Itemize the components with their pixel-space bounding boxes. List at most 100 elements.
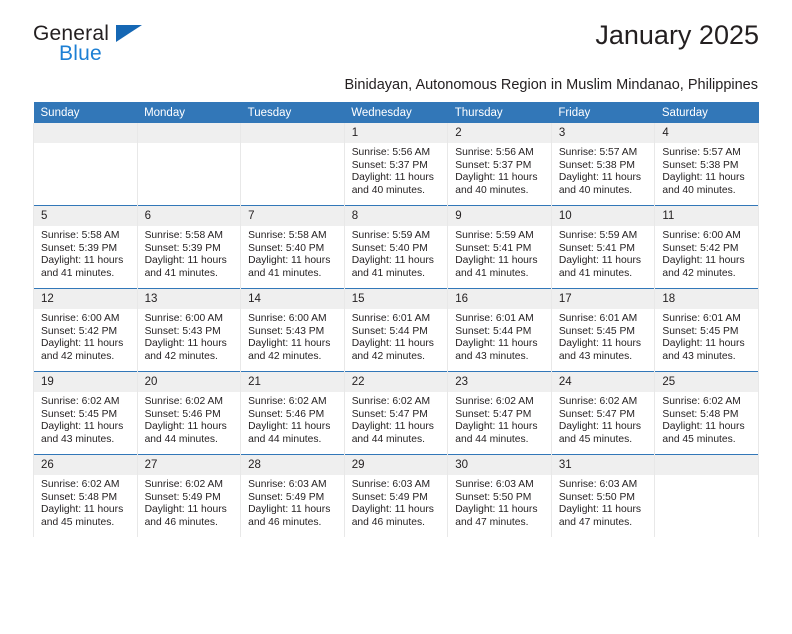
day-details: Sunrise: 6:03 AM Sunset: 5:49 PM Daylight:…: [241, 475, 344, 529]
day-details: Sunrise: 6:03 AM Sunset: 5:49 PM Daylight:…: [345, 475, 448, 529]
day-number: 2: [448, 123, 551, 143]
calendar-day-cell[interactable]: 12 Sunrise: 6:00 AM Sunset: 5:42 PM Dayligh…: [33, 288, 138, 372]
daylight-text-line1: Daylight: 11 hours: [351, 504, 434, 516]
sunrise-text: Sunrise: 6:02 AM: [41, 479, 120, 490]
calendar-day-cell[interactable]: 5 Sunrise: 5:58 AM Sunset: 5:39 PM Daylight…: [33, 205, 138, 289]
day-cell-inner: 31 Sunrise: 6:03 AM Sunset: 5:50 PM Dayligh…: [551, 455, 655, 537]
daylight-text-line2: and 47 minutes.: [455, 516, 529, 528]
sunset-text: Sunset: 5:38 PM: [558, 159, 635, 171]
day-cell-inner: 8 Sunrise: 5:59 AM Sunset: 5:40 PM Daylight…: [344, 206, 448, 288]
calendar-day-cell[interactable]: 25 Sunrise: 6:02 AM Sunset: 5:48 PM Dayligh…: [654, 371, 759, 455]
sunset-text: Sunset: 5:37 PM: [351, 159, 428, 171]
daylight-text-line1: Daylight: 11 hours: [351, 421, 434, 433]
day-number: 7: [241, 206, 344, 226]
calendar-day-cell[interactable]: 2 Sunrise: 5:56 AM Sunset: 5:37 PM Daylight…: [447, 123, 552, 206]
sunrise-text: Sunrise: 6:00 AM: [248, 313, 327, 324]
calendar-day-cell[interactable]: 23 Sunrise: 6:02 AM Sunset: 5:47 PM Dayligh…: [447, 371, 552, 455]
sunrise-text: Sunrise: 6:00 AM: [662, 230, 741, 241]
generalblue-logo[interactable]: General Blue: [33, 22, 243, 70]
day-cell-inner: [137, 123, 241, 205]
daylight-text-line2: and 41 minutes.: [558, 267, 633, 279]
calendar-week-row: 12 Sunrise: 6:00 AM Sunset: 5:42 PM Dayligh…: [33, 288, 759, 372]
sunset-text: Sunset: 5:49 PM: [248, 491, 325, 503]
calendar-day-cell[interactable]: 31 Sunrise: 6:03 AM Sunset: 5:50 PM Dayligh…: [550, 454, 656, 537]
daylight-text-line1: Daylight: 11 hours: [558, 338, 642, 350]
sunset-text: Sunset: 5:49 PM: [144, 491, 221, 503]
day-number: 27: [137, 455, 241, 475]
calendar-cell-empty: [33, 123, 138, 206]
sunrise-text: Sunrise: 6:03 AM: [455, 479, 534, 490]
calendar-day-cell[interactable]: 6 Sunrise: 5:58 AM Sunset: 5:39 PM Daylight…: [136, 205, 242, 289]
day-cell-inner: 16 Sunrise: 6:01 AM Sunset: 5:44 PM Dayligh…: [448, 289, 551, 371]
calendar-day-cell[interactable]: 29 Sunrise: 6:03 AM Sunset: 5:49 PM Dayligh…: [343, 454, 449, 537]
daylight-text-line1: Daylight: 11 hours: [351, 255, 434, 267]
day-cell-inner: 27 Sunrise: 6:02 AM Sunset: 5:49 PM Dayligh…: [137, 455, 241, 537]
sunrise-text: Sunrise: 5:59 AM: [455, 230, 534, 241]
daylight-text-line1: Daylight: 11 hours: [351, 338, 434, 350]
daylight-text-line1: Daylight: 11 hours: [455, 421, 538, 433]
daylight-text-line1: Daylight: 11 hours: [455, 172, 538, 184]
calendar-day-cell[interactable]: 3 Sunrise: 5:57 AM Sunset: 5:38 PM Daylight…: [550, 123, 656, 206]
day-details: Sunrise: 6:02 AM Sunset: 5:47 PM Daylight:…: [345, 392, 448, 446]
daylight-text-line1: Daylight: 11 hours: [144, 504, 227, 516]
sunrise-text: Sunrise: 5:59 AM: [558, 230, 638, 241]
calendar-day-cell[interactable]: 1 Sunrise: 5:56 AM Sunset: 5:37 PM Daylight…: [343, 123, 449, 206]
calendar-week-row: 5 Sunrise: 5:58 AM Sunset: 5:39 PM Daylight…: [33, 205, 759, 289]
day-number: 9: [448, 206, 551, 226]
day-details: Sunrise: 6:02 AM Sunset: 5:48 PM Daylight:…: [655, 392, 758, 446]
calendar-page: General Blue January 2025 Binidayan, Aut…: [0, 20, 792, 634]
weekday-header-saturday: Saturday: [654, 102, 759, 123]
daylight-text-line2: and 41 minutes.: [41, 267, 115, 279]
calendar-day-cell[interactable]: 24 Sunrise: 6:02 AM Sunset: 5:47 PM Dayligh…: [550, 371, 656, 455]
day-details: Sunrise: 6:00 AM Sunset: 5:43 PM Daylight:…: [241, 309, 344, 363]
calendar-day-cell[interactable]: 8 Sunrise: 5:59 AM Sunset: 5:40 PM Daylight…: [343, 205, 449, 289]
sunrise-text: Sunrise: 5:57 AM: [558, 147, 638, 158]
day-number: 12: [34, 289, 137, 309]
calendar-cell-empty: [136, 123, 242, 206]
calendar-day-cell[interactable]: 10 Sunrise: 5:59 AM Sunset: 5:41 PM Dayligh…: [550, 205, 656, 289]
calendar-day-cell[interactable]: 9 Sunrise: 5:59 AM Sunset: 5:41 PM Daylight…: [447, 205, 552, 289]
sunrise-text: Sunrise: 5:56 AM: [455, 147, 534, 158]
day-cell-inner: 9 Sunrise: 5:59 AM Sunset: 5:41 PM Daylight…: [448, 206, 551, 288]
sunset-text: Sunset: 5:39 PM: [41, 242, 118, 254]
day-details: Sunrise: 6:02 AM Sunset: 5:48 PM Daylight:…: [34, 475, 137, 529]
calendar-day-cell[interactable]: 14 Sunrise: 6:00 AM Sunset: 5:43 PM Dayligh…: [240, 288, 345, 372]
sunset-text: Sunset: 5:47 PM: [455, 408, 532, 420]
calendar-day-cell[interactable]: 27 Sunrise: 6:02 AM Sunset: 5:49 PM Dayligh…: [136, 454, 242, 537]
day-number: 22: [344, 372, 448, 392]
calendar-day-cell[interactable]: 15 Sunrise: 6:01 AM Sunset: 5:44 PM Dayligh…: [343, 288, 449, 372]
day-number: 28: [241, 455, 344, 475]
daylight-text-line2: and 45 minutes.: [662, 433, 736, 445]
calendar-day-cell[interactable]: 20 Sunrise: 6:02 AM Sunset: 5:46 PM Dayligh…: [136, 371, 242, 455]
day-cell-inner: 7 Sunrise: 5:58 AM Sunset: 5:40 PM Daylight…: [241, 206, 344, 288]
day-number: [137, 123, 241, 143]
calendar-day-cell[interactable]: 28 Sunrise: 6:03 AM Sunset: 5:49 PM Dayligh…: [240, 454, 345, 537]
day-cell-inner: 17 Sunrise: 6:01 AM Sunset: 5:45 PM Dayligh…: [551, 289, 655, 371]
sunset-text: Sunset: 5:48 PM: [41, 491, 118, 503]
day-number: 19: [34, 372, 137, 392]
day-number: 3: [551, 123, 655, 143]
calendar-day-cell[interactable]: 13 Sunrise: 6:00 AM Sunset: 5:43 PM Dayligh…: [136, 288, 242, 372]
calendar-day-cell[interactable]: 26 Sunrise: 6:02 AM Sunset: 5:48 PM Dayligh…: [33, 454, 138, 537]
calendar-day-cell[interactable]: 18 Sunrise: 6:01 AM Sunset: 5:45 PM Dayligh…: [654, 288, 759, 372]
day-details: Sunrise: 5:57 AM Sunset: 5:38 PM Daylight:…: [655, 143, 758, 197]
logo-text-blue: Blue: [59, 42, 102, 65]
calendar-day-cell[interactable]: 30 Sunrise: 6:03 AM Sunset: 5:50 PM Dayligh…: [447, 454, 552, 537]
sunset-text: Sunset: 5:41 PM: [455, 242, 532, 254]
calendar-day-cell[interactable]: 7 Sunrise: 5:58 AM Sunset: 5:40 PM Daylight…: [240, 205, 345, 289]
calendar-day-cell[interactable]: 16 Sunrise: 6:01 AM Sunset: 5:44 PM Dayligh…: [447, 288, 552, 372]
page-title: January 2025: [595, 20, 759, 50]
sunrise-text: Sunrise: 6:01 AM: [558, 313, 638, 324]
calendar-day-cell[interactable]: 4 Sunrise: 5:57 AM Sunset: 5:38 PM Daylight…: [654, 123, 759, 206]
sunrise-text: Sunrise: 6:01 AM: [662, 313, 741, 324]
daylight-text-line2: and 41 minutes.: [351, 267, 425, 279]
day-details: Sunrise: 6:02 AM Sunset: 5:46 PM Daylight:…: [241, 392, 344, 446]
calendar-day-cell[interactable]: 11 Sunrise: 6:00 AM Sunset: 5:42 PM Dayligh…: [654, 205, 759, 289]
calendar-day-cell[interactable]: 17 Sunrise: 6:01 AM Sunset: 5:45 PM Dayligh…: [550, 288, 656, 372]
calendar-day-cell[interactable]: 21 Sunrise: 6:02 AM Sunset: 5:46 PM Dayligh…: [240, 371, 345, 455]
day-number: [34, 123, 137, 143]
calendar-day-cell[interactable]: 19 Sunrise: 6:02 AM Sunset: 5:45 PM Dayligh…: [33, 371, 138, 455]
calendar-day-cell[interactable]: 22 Sunrise: 6:02 AM Sunset: 5:47 PM Dayligh…: [343, 371, 449, 455]
sunset-text: Sunset: 5:48 PM: [662, 408, 739, 420]
calendar-head: Sunday Monday Tuesday Wednesday Thursday…: [33, 102, 759, 123]
